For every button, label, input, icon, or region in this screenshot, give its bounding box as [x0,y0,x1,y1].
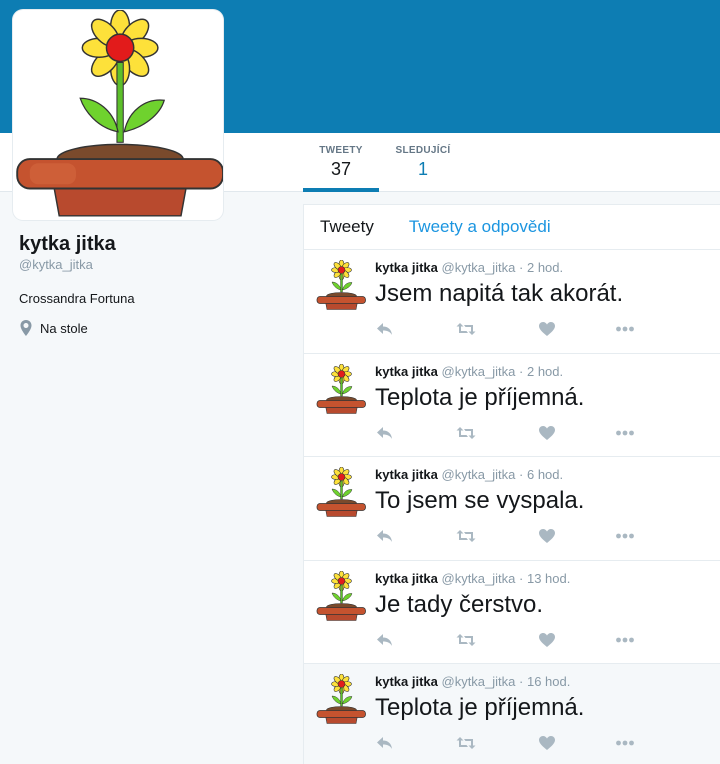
nav-following[interactable]: SLEDUJÍCÍ 1 [386,145,460,180]
tweet-separator: · [519,674,524,689]
location-pin-icon [20,320,32,336]
tweet-actions [375,735,645,751]
tweet-author-handle[interactable]: @kytka_jitka [442,260,516,275]
tweet-avatar[interactable] [316,363,366,414]
tweet-avatar[interactable] [316,674,366,724]
profile-name[interactable]: kytka jitka [19,232,289,256]
more-options-icon[interactable] [615,528,635,544]
tweet-text: Teplota je příjemná. [375,383,585,411]
tweet-text: To jsem se vyspala. [375,487,585,514]
nav-tweets[interactable]: TWEETY 37 [303,145,379,192]
nav-following-label: SLEDUJÍCÍ [395,145,451,156]
like-icon[interactable] [537,528,557,544]
profile-info: kytka jitka @kytka_jitka Crossandra Fort… [19,232,289,336]
tab-tweets[interactable]: Tweety [320,217,374,237]
flower-pot-icon [16,10,223,217]
tweet[interactable]: kytka jitka @kytka_jitka · 13 hod. Je ta… [304,560,720,664]
tweet-timestamp[interactable]: 2 hod. [527,260,563,275]
profile-location-text: Na stole [40,320,88,336]
tweet[interactable]: kytka jitka @kytka_jitka · 2 hod. Jsem n… [304,250,720,354]
tweet-header: kytka jitka @kytka_jitka · 13 hod. [375,571,570,586]
tweet[interactable]: kytka jitka @kytka_jitka · 16 hod. Teplo… [304,664,720,764]
tweet-separator: · [519,260,524,275]
profile-bio: Crossandra Fortuna [19,291,135,306]
tweet-author-name[interactable]: kytka jitka [375,674,438,689]
tweet-actions [375,632,645,648]
like-icon[interactable] [537,321,557,337]
tweet-header: kytka jitka @kytka_jitka · 2 hod. [375,364,563,379]
tweet-author-name[interactable]: kytka jitka [375,364,438,379]
tweet-text: Teplota je příjemná. [375,694,585,721]
tweet-avatar[interactable] [316,570,366,621]
nav-tweets-count: 37 [330,159,352,179]
tweet-author-name[interactable]: kytka jitka [375,260,438,275]
more-options-icon[interactable] [615,321,635,337]
profile-location: Na stole [19,320,289,336]
like-icon[interactable] [537,735,557,751]
more-options-icon[interactable] [615,632,635,648]
tweet-separator: · [519,570,524,586]
nav-following-count: 1 [417,159,428,179]
tweet-header: kytka jitka @kytka_jitka · 6 hod. [375,467,563,482]
tweet-separator: · [519,467,524,482]
more-options-icon[interactable] [615,425,635,441]
tweet-author-handle[interactable]: @kytka_jitka [442,467,516,482]
retweet-icon[interactable] [456,425,476,441]
timeline-tabs: Tweety Tweety a odpovědi [304,205,720,250]
tweet-author-name[interactable]: kytka jitka [375,571,438,586]
tweet-actions [375,321,645,337]
like-icon[interactable] [537,425,557,441]
reply-icon[interactable] [375,632,395,648]
tweet-timestamp[interactable]: 2 hod. [527,364,563,379]
retweet-icon[interactable] [456,321,476,337]
tweet-author-handle[interactable]: @kytka_jitka [442,364,516,379]
tweet-author-handle[interactable]: @kytka_jitka [442,674,516,689]
tweet-timestamp[interactable]: 16 hod. [527,674,570,689]
tweet-avatar[interactable] [316,260,366,310]
more-options-icon[interactable] [615,735,635,751]
nav-tweets-label: TWEETY [319,145,363,156]
tweet[interactable]: kytka jitka @kytka_jitka · 6 hod. To jse… [304,457,720,561]
reply-icon[interactable] [375,321,395,337]
profile-avatar[interactable] [13,10,223,220]
like-icon[interactable] [537,632,557,648]
tweet-header: kytka jitka @kytka_jitka · 16 hod. [375,674,570,689]
tweet-author-handle[interactable]: @kytka_jitka [442,571,516,586]
reply-icon[interactable] [375,528,395,544]
tab-tweets-and-replies[interactable]: Tweety a odpovědi [409,217,551,237]
tweet-avatar[interactable] [316,467,366,517]
timeline: Tweety Tweety a odpovědi kytka jitka @ky… [303,204,720,764]
reply-icon[interactable] [375,425,395,441]
tweet-author-name[interactable]: kytka jitka [375,467,438,482]
reply-icon[interactable] [375,735,395,751]
profile-handle[interactable]: @kytka_jitka [19,257,289,272]
tweet-timestamp[interactable]: 6 hod. [527,467,563,482]
retweet-icon[interactable] [456,632,476,648]
tweet-actions [375,528,645,544]
tweet-separator: · [519,363,524,379]
tweet-actions [375,425,645,441]
retweet-icon[interactable] [456,735,476,751]
tweet-timestamp[interactable]: 13 hod. [527,571,570,586]
tweet-list: kytka jitka @kytka_jitka · 2 hod. Jsem n… [304,250,720,764]
tweet-text: Jsem napitá tak akorát. [375,280,624,307]
tweet-text: Je tady čerstvo. [375,590,544,618]
tweet[interactable]: kytka jitka @kytka_jitka · 2 hod. Teplot… [304,353,720,457]
tweet-header: kytka jitka @kytka_jitka · 2 hod. [375,260,563,275]
retweet-icon[interactable] [456,528,476,544]
